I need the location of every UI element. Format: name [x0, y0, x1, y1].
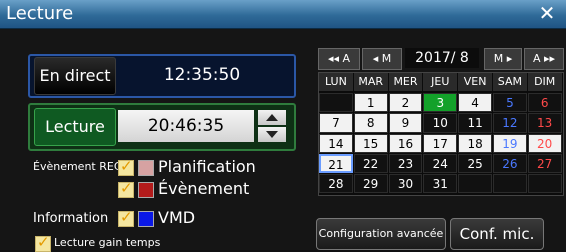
- calendar-weekday-jeu: JEU: [423, 73, 458, 91]
- live-button[interactable]: En direct: [34, 57, 116, 95]
- playback-time-field[interactable]: 20:46:35: [118, 110, 254, 142]
- calendar-day-2[interactable]: 2: [388, 93, 423, 113]
- calendar-day-11[interactable]: 11: [458, 113, 492, 133]
- prev-year-button[interactable]: ◂◂ A: [318, 48, 360, 70]
- next-year-button[interactable]: A ▸▸: [524, 48, 564, 70]
- calendar-day-7[interactable]: 7: [319, 113, 353, 133]
- calendar-day-30[interactable]: 30: [388, 174, 423, 194]
- evenement-color-swatch: [138, 182, 154, 198]
- vmd-color-swatch: [138, 211, 154, 227]
- calendar-weekday-mar: MAR: [353, 73, 388, 91]
- calendar-day-25[interactable]: 25: [458, 153, 492, 174]
- vmd-checkbox[interactable]: ✓: [118, 208, 134, 227]
- calendar-day-8[interactable]: 8: [353, 113, 388, 133]
- calendar-day-29[interactable]: 29: [353, 174, 388, 194]
- calendar-day-22[interactable]: 22: [353, 153, 388, 174]
- calendar-day-21[interactable]: 21: [319, 153, 353, 174]
- window-title: Lecture: [6, 3, 74, 24]
- calendar-day-28[interactable]: 28: [319, 174, 353, 194]
- calendar-day-23[interactable]: 23: [388, 153, 423, 174]
- planification-color-swatch: [138, 160, 154, 176]
- check-icon: ✓: [37, 233, 50, 251]
- calendar-weekday-sam: SAM: [493, 73, 527, 91]
- check-icon: ✓: [120, 179, 133, 197]
- calendar-day-27[interactable]: 27: [527, 153, 562, 174]
- evenement-label: Évènement: [158, 179, 250, 198]
- advanced-config-button[interactable]: Configuration avancée: [316, 218, 446, 250]
- calendar-day-5[interactable]: 5: [493, 93, 527, 113]
- arrow-down-icon: [266, 131, 278, 138]
- calendar-weekday-dim: DIM: [527, 73, 562, 91]
- calendar-day-15[interactable]: 15: [353, 133, 388, 153]
- title-bar: Lecture ✕: [0, 0, 566, 29]
- calendar-day-16[interactable]: 16: [388, 133, 423, 153]
- calendar-empty-cell: [319, 93, 353, 113]
- check-icon: ✓: [120, 157, 133, 175]
- calendar-day-18[interactable]: 18: [458, 133, 492, 153]
- calendar-weekday-mer: MER: [388, 73, 423, 91]
- calendar-day-31[interactable]: 31: [423, 174, 458, 194]
- calendar-day-26[interactable]: 26: [493, 153, 527, 174]
- next-month-button[interactable]: M ▸: [484, 48, 522, 70]
- gain-time-label: Lecture gain temps: [54, 236, 161, 249]
- information-label: Information: [33, 211, 109, 226]
- planification-label: Planification: [158, 157, 256, 176]
- check-icon: ✓: [120, 208, 133, 226]
- calendar-empty-cell: [527, 174, 562, 194]
- calendar-day-12[interactable]: 12: [493, 113, 527, 133]
- calendar-day-9[interactable]: 9: [388, 113, 423, 133]
- calendar-day-6[interactable]: 6: [527, 93, 562, 113]
- vmd-label: VMD: [158, 208, 196, 227]
- calendar-day-13[interactable]: 13: [527, 113, 562, 133]
- close-icon[interactable]: ✕: [536, 2, 558, 24]
- calendar-year-month: 2017/ 8: [405, 48, 479, 68]
- calendar-day-3[interactable]: 3: [423, 93, 458, 113]
- calendar-day-4[interactable]: 4: [458, 93, 492, 113]
- calendar-day-17[interactable]: 17: [423, 133, 458, 153]
- calendar-weekday-lun: LUN: [319, 73, 353, 91]
- time-down-button[interactable]: [258, 127, 286, 142]
- playback-button[interactable]: Lecture: [34, 108, 116, 146]
- planification-checkbox[interactable]: ✓: [118, 157, 134, 176]
- arrow-up-icon: [266, 114, 278, 121]
- calendar-day-24[interactable]: 24: [423, 153, 458, 174]
- calendar-empty-cell: [458, 174, 492, 194]
- calendar-weekday-ven: VEN: [458, 73, 492, 91]
- calendar-day-19[interactable]: 19: [493, 133, 527, 153]
- mic-config-button[interactable]: Conf. mic.: [450, 218, 544, 250]
- playback-window: Lecture ✕ En direct 12:35:50 Lecture 20:…: [0, 0, 566, 252]
- calendar-grid: LUN MAR MER JEU VEN SAM DIM 1 2 3 4 5 6 7 8 9 10 11 12 13 14…: [318, 72, 564, 196]
- live-time-display: 12:35:50: [163, 65, 241, 85]
- rec-event-label: Évènement REC: [33, 160, 122, 173]
- prev-month-button[interactable]: ◂ M: [362, 48, 402, 70]
- time-spinner: [258, 110, 286, 142]
- calendar-day-10[interactable]: 10: [423, 113, 458, 133]
- time-up-button[interactable]: [258, 110, 286, 125]
- calendar-day-1[interactable]: 1: [353, 93, 388, 113]
- evenement-checkbox[interactable]: ✓: [118, 179, 134, 198]
- calendar-day-20[interactable]: 20: [527, 133, 562, 153]
- calendar-day-14[interactable]: 14: [319, 133, 353, 153]
- calendar-empty-cell: [493, 174, 527, 194]
